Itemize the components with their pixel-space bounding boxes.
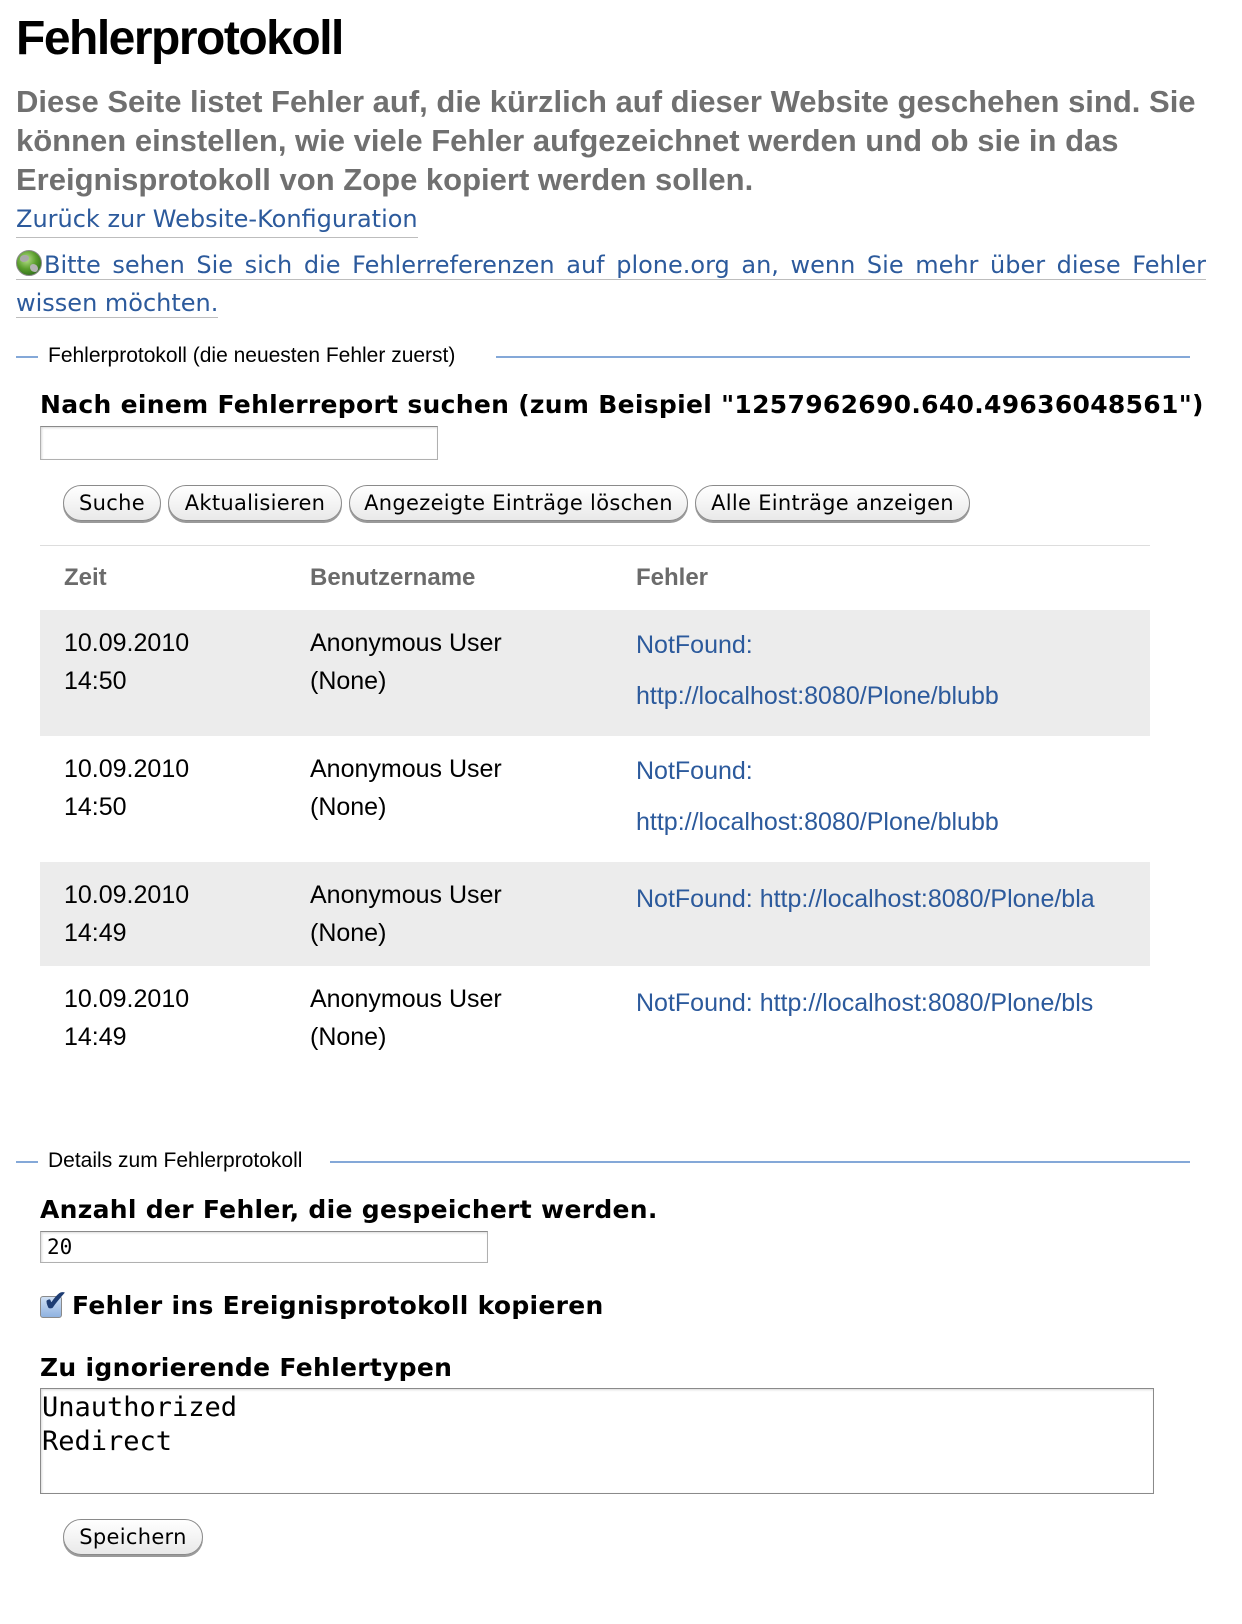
error-cell: NotFound: http://localhost:8080/Plone/bl… [612,862,1150,966]
user-id-text: (None) [310,1023,387,1051]
user-cell: Anonymous User (None) [286,610,612,736]
checkmark-icon: ✔ [43,1284,69,1319]
table-header-row: Zeit Benutzername Fehler [40,546,1150,611]
table-row: 10.09.2010 14:49 Anonymous User (None) Not… [40,862,1150,966]
log-legend-text: Fehlerprotokoll (die neuesten Fehler zue… [40,341,464,371]
search-label: Nach einem Fehlerreport suchen (zum Beis… [40,390,1204,419]
user-text: Anonymous User [310,881,502,909]
error-log-table: Zeit Benutzername Fehler 10.09.2010 14:50… [40,545,1150,1070]
error-reference-link[interactable]: Bitte sehen Sie sich die Fehlerreferenze… [16,250,1206,318]
keep-entries-input[interactable] [40,1231,488,1263]
error-link[interactable]: NotFound: http://localhost:8080/Plone/bl… [636,989,1093,1017]
column-header-user: Benutzername [310,564,476,591]
error-link[interactable]: NotFound: http://localhost:8080/Plone/blu… [636,631,999,710]
copy-to-log-checkbox[interactable]: ✔ [40,1287,68,1318]
error-cell: NotFound: http://localhost:8080/Plone/bl… [612,966,1150,1070]
ignored-types-textarea[interactable]: Unauthorized Redirect [40,1388,1154,1494]
date-text: 10.09.2010 [64,629,190,657]
error-type-text: NotFound: [636,885,753,913]
table-row: 10.09.2010 14:50 Anonymous User (None) Not… [40,610,1150,736]
back-to-site-setup-link[interactable]: Zurück zur Website-Konfiguration [16,201,418,238]
log-fieldset-legend: Fehlerprotokoll (die neuesten Fehler zue… [16,341,1226,371]
time-text: 14:50 [64,793,127,821]
keep-entries-label: Anzahl der Fehler, die gespeichert werde… [40,1195,658,1224]
details-fieldset-legend: Details zum Fehlerprotokoll [16,1146,1226,1176]
error-link[interactable]: NotFound: http://localhost:8080/Plone/bl… [636,885,1095,913]
table-row: 10.09.2010 14:49 Anonymous User (None) Not… [40,966,1150,1070]
info-paragraph: Bitte sehen Sie sich die Fehlerreferenze… [16,246,1206,322]
delete-shown-button[interactable]: Angezeigte Einträge löschen [349,485,688,521]
user-id-text: (None) [310,919,387,947]
user-cell: Anonymous User (None) [286,966,612,1070]
globe-icon [16,250,42,276]
show-all-button[interactable]: Alle Einträge anzeigen [695,485,970,521]
error-link[interactable]: NotFound: http://localhost:8080/Plone/blu… [636,757,999,836]
user-cell: Anonymous User (None) [286,736,612,862]
error-type-text: NotFound: [636,989,753,1017]
page-description: Diese Seite listet Fehler auf, die kürzl… [16,84,1196,197]
time-text: 14:49 [64,1023,127,1051]
search-input[interactable] [40,426,438,460]
error-type-text: NotFound: [636,757,753,785]
user-text: Anonymous User [310,755,502,783]
page-title: Fehlerprotokoll [16,12,344,65]
table-row: 10.09.2010 14:50 Anonymous User (None) Not… [40,736,1150,862]
copy-to-log-label: Fehler ins Ereignisprotokoll kopieren [72,1291,604,1320]
search-button[interactable]: Suche [63,485,161,521]
error-cell: NotFound: http://localhost:8080/Plone/blu… [612,610,1150,736]
error-url-text: http://localhost:8080/Plone/bls [759,989,1094,1017]
time-cell: 10.09.2010 14:50 [40,610,286,736]
error-url-text: http://localhost:8080/Plone/blubb [636,682,999,710]
user-cell: Anonymous User (None) [286,862,612,966]
column-header-time: Zeit [64,564,107,591]
details-legend-text: Details zum Fehlerprotokoll [40,1146,311,1176]
time-cell: 10.09.2010 14:49 [40,862,286,966]
date-text: 10.09.2010 [64,881,190,909]
time-cell: 10.09.2010 14:49 [40,966,286,1070]
error-url-text: http://localhost:8080/Plone/blubb [636,808,999,836]
time-text: 14:49 [64,919,127,947]
error-cell: NotFound: http://localhost:8080/Plone/blu… [612,736,1150,862]
ignored-types-label: Zu ignorierende Fehlertypen [40,1353,453,1382]
time-text: 14:50 [64,667,127,695]
save-button[interactable]: Speichern [63,1519,203,1555]
user-text: Anonymous User [310,629,502,657]
date-text: 10.09.2010 [64,985,190,1013]
error-reference-link-text: Bitte sehen Sie sich die Fehlerreferenze… [16,251,1206,317]
column-header-error: Fehler [636,564,709,591]
error-url-text: http://localhost:8080/Plone/bla [759,885,1095,913]
page-content: Fehlerprotokoll Diese Seite listet Fehle… [16,10,1226,322]
error-type-text: NotFound: [636,631,753,659]
user-text: Anonymous User [310,985,502,1013]
date-text: 10.09.2010 [64,755,190,783]
time-cell: 10.09.2010 14:50 [40,736,286,862]
user-id-text: (None) [310,667,387,695]
refresh-button[interactable]: Aktualisieren [168,485,342,521]
user-id-text: (None) [310,793,387,821]
